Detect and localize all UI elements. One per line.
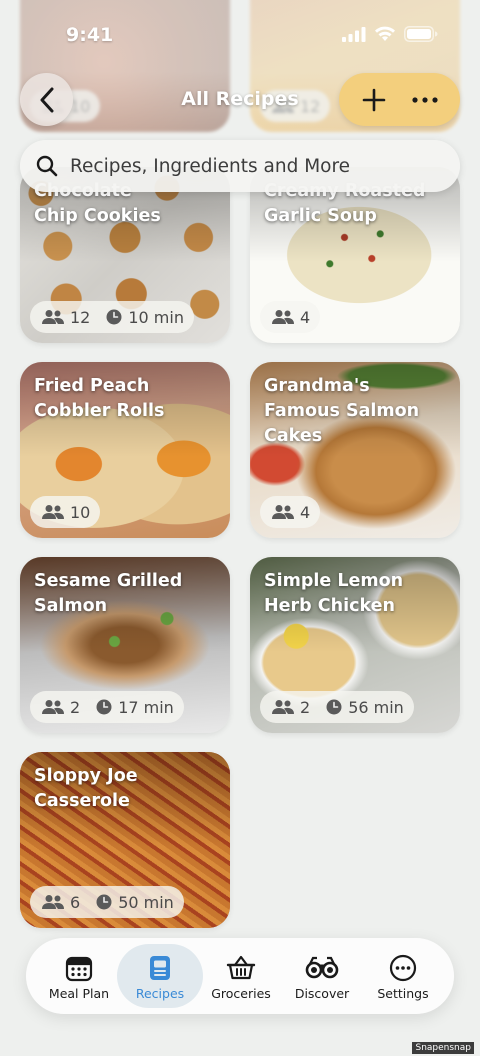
search-input[interactable] [70,155,440,177]
tab-label: Groceries [211,986,271,1001]
recipe-title: Sloppy Joe Casserole [34,766,138,811]
watermark: Snapensnap [412,1042,474,1054]
status-time: 9:41 [66,24,114,46]
tab-label: Recipes [135,986,185,1001]
header-actions [339,73,460,126]
clock-icon [106,309,122,325]
cook-time: 56 min [348,697,404,717]
tab-discover[interactable]: Discover [279,944,365,1008]
servings-count: 10 [70,502,91,522]
tab-groceries[interactable]: Groceries [198,944,284,1008]
recipe-title: Simple Lemon Herb Chicken [264,571,404,616]
servings-count: 4 [300,307,311,327]
cook-time: 50 min [118,892,174,912]
back-button[interactable] [20,73,73,126]
people-icon [42,700,64,714]
cook-time: 17 min [118,697,174,717]
tab-bar: Meal Plan Recipes Groceries Discover Set… [26,938,454,1014]
clock-icon [96,699,112,715]
search-icon [36,155,58,177]
recipe-meta-pill: 2 56 min [260,691,414,723]
recipe-meta-pill: 2 17 min [30,691,184,723]
recipe-title: Grandma's Famous Salmon Cakes [264,376,420,446]
recipe-card[interactable]: Simple Lemon Herb Chicken 2 56 min [250,557,460,733]
recipe-meta-pill: 6 50 min [30,886,184,918]
servings-count: 6 [70,892,81,912]
chevron-left-icon [40,87,53,112]
tab-recipes[interactable]: Recipes [117,944,203,1008]
clock-icon [326,699,342,715]
status-icons [342,26,438,42]
battery-icon [404,26,438,42]
tab-settings[interactable]: Settings [360,944,446,1008]
clock-icon [96,894,112,910]
people-icon [272,700,294,714]
recipe-title: Sesame Grilled Salmon [34,571,183,616]
status-bar: 9:41 [0,0,480,70]
servings-count: 2 [300,697,311,717]
plus-icon [362,88,386,111]
recipe-card[interactable]: Sloppy Joe Casserole 6 50 min [20,752,230,928]
cook-time: 10 min [128,307,184,327]
people-icon [42,310,64,324]
tab-label: Discover [294,986,350,1001]
recipe-meta-pill: 4 [260,496,321,528]
tab-label: Settings [377,986,429,1001]
tab-meal-plan[interactable]: Meal Plan [36,944,122,1008]
recipe-meta-pill: 12 10 min [30,301,194,333]
page-title: All Recipes [181,88,299,110]
add-recipe-button[interactable] [354,80,394,120]
tab-label: Meal Plan [48,986,110,1001]
wifi-icon [375,26,395,41]
recipe-meta-pill: 4 [260,301,321,333]
people-icon [42,895,64,909]
binoculars-icon [305,956,339,979]
people-icon [272,505,294,519]
servings-count: 12 [70,307,91,327]
basket-icon [226,955,256,980]
recipe-card[interactable]: Grandma's Famous Salmon Cakes 4 [250,362,460,538]
servings-count: 4 [300,502,311,522]
recipe-card-icon [150,956,170,980]
ellipsis-icon [412,96,438,103]
servings-count: 2 [70,697,81,717]
recipe-card[interactable]: Sesame Grilled Salmon 2 17 min [20,557,230,733]
recipe-title: Fried Peach Cobbler Rolls [34,376,165,421]
calendar-icon [65,956,93,982]
recipe-meta-pill: 10 [30,496,101,528]
people-icon [42,505,64,519]
search-bar[interactable] [20,140,460,192]
ellipsis-circle-icon [389,954,417,982]
more-options-button[interactable] [405,80,445,120]
people-icon [272,310,294,324]
cellular-signal-icon [342,26,366,42]
recipe-card[interactable]: Fried Peach Cobbler Rolls 10 [20,362,230,538]
